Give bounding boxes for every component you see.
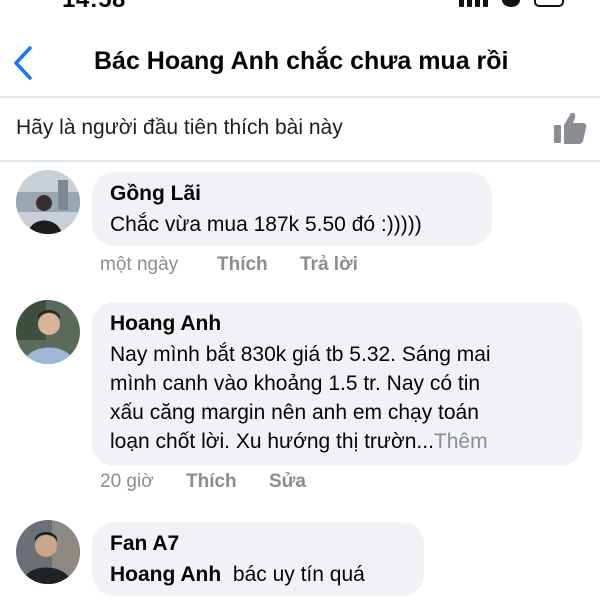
see-more-link[interactable]: Thêm (434, 430, 488, 453)
comment-time: một ngày (100, 254, 179, 275)
thumbs-up-icon (554, 112, 587, 144)
page-title: Bác Hoang Anh chắc chưa mua rồi (94, 47, 509, 75)
status-time: 14:58 (62, 0, 126, 14)
avatar[interactable] (16, 520, 80, 584)
comment-text-line: mình canh vào khoảng 1.5 tr. Nay có tin (110, 372, 481, 395)
comment-text-body: bác uy tín quá (232, 563, 365, 586)
comment-text-line: xấu căng margin nên anh em chạy toán (110, 401, 479, 424)
status-icons (459, 0, 564, 7)
avatar[interactable] (16, 300, 80, 364)
avatar-image (16, 170, 80, 234)
likes-bar: Hãy là người đầu tiên thích bài này (0, 98, 600, 160)
avatar-image (16, 520, 80, 584)
like-comment-button[interactable]: Thích (217, 254, 268, 276)
reply-button[interactable]: Trả lời (300, 254, 358, 276)
cellular-signal-icon (459, 0, 488, 7)
like-comment-button[interactable]: Thích (186, 471, 237, 493)
avatar-image (16, 300, 80, 364)
back-button[interactable] (10, 44, 38, 82)
comment-author[interactable]: Gồng Lãi (110, 182, 201, 206)
comment-author[interactable]: Hoang Anh (110, 312, 221, 336)
comment-text: Chắc vừa mua 187k 5.50 đó :))))) (110, 213, 422, 236)
comment-author[interactable]: Fan A7 (110, 532, 179, 556)
comment-text-line: Nay mình bắt 830k giá tb 5.32. Sáng mai (110, 343, 491, 366)
mention-link[interactable]: Hoang Anh (110, 563, 221, 586)
status-bar: 14:58 (0, 0, 600, 20)
chevron-left-icon (14, 46, 32, 80)
header: Bác Hoang Anh chắc chưa mua rồi (0, 32, 600, 94)
comment-text: Hoang Anh bác uy tín quá (110, 560, 365, 589)
comment-time: 20 giờ (100, 471, 154, 492)
wifi-icon (502, 0, 520, 7)
comment-text-truncated: loạn chốt lời. Xu hướng thị trườn... (110, 430, 434, 453)
comment-text-line: loạn chốt lời. Xu hướng thị trườn...Thêm (110, 427, 488, 456)
avatar[interactable] (16, 170, 80, 234)
battery-icon (534, 0, 564, 7)
like-post-button[interactable] (552, 110, 588, 146)
edit-button[interactable]: Sửa (269, 471, 306, 493)
likes-text: Hãy là người đầu tiên thích bài này (16, 116, 343, 139)
likes-divider (0, 160, 600, 162)
